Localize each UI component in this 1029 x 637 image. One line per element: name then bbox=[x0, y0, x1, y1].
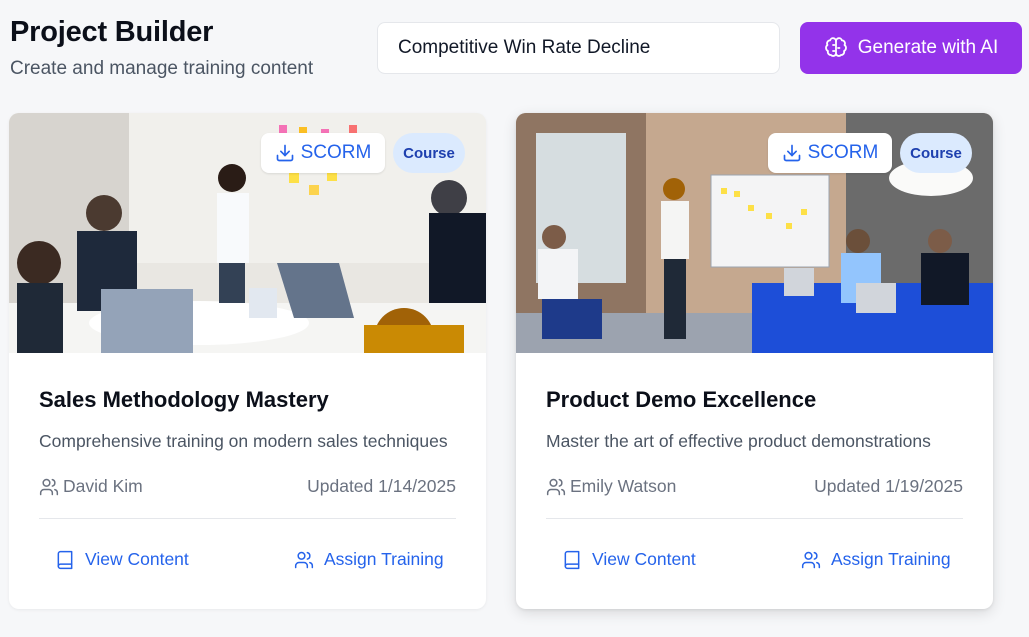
users-icon bbox=[546, 478, 566, 495]
course-type-badge: Course bbox=[900, 133, 972, 173]
users-icon bbox=[801, 551, 821, 568]
course-title: Product Demo Excellence bbox=[546, 387, 817, 412]
course-author: David Kim bbox=[39, 476, 143, 497]
updated-date: Updated 1/14/2025 bbox=[307, 476, 456, 496]
course-title: Sales Methodology Mastery bbox=[39, 387, 329, 412]
assign-training-label: Assign Training bbox=[831, 549, 951, 569]
scorm-download-button[interactable]: SCORM bbox=[768, 133, 892, 173]
book-icon bbox=[57, 550, 73, 569]
course-description: Master the art of effective product demo… bbox=[546, 431, 931, 451]
view-content-label: View Content bbox=[592, 549, 696, 569]
assign-training-button[interactable]: Assign Training bbox=[801, 549, 951, 570]
view-content-button[interactable]: View Content bbox=[562, 549, 696, 570]
brain-icon bbox=[824, 37, 847, 57]
book-icon bbox=[564, 550, 580, 569]
author-name: David Kim bbox=[63, 476, 143, 496]
card-divider bbox=[546, 518, 963, 519]
page-title: Project Builder bbox=[10, 16, 214, 48]
scorm-label: SCORM bbox=[807, 142, 879, 163]
page-subtitle: Create and manage training content bbox=[10, 58, 314, 79]
scorm-label: SCORM bbox=[300, 142, 372, 163]
generate-with-ai-button[interactable]: Generate with AI bbox=[800, 22, 1022, 74]
view-content-label: View Content bbox=[85, 549, 189, 569]
topic-input[interactable] bbox=[377, 22, 780, 74]
generate-label: Generate with AI bbox=[857, 37, 999, 58]
course-card[interactable]: SCORM Course Sales Methodology Mastery C… bbox=[9, 113, 486, 609]
course-type-badge: Course bbox=[393, 133, 465, 173]
download-icon bbox=[276, 144, 293, 162]
course-author: Emily Watson bbox=[546, 476, 676, 497]
course-card[interactable]: SCORM Course Product Demo Excellence Mas… bbox=[516, 113, 993, 609]
author-name: Emily Watson bbox=[570, 476, 677, 496]
assign-training-button[interactable]: Assign Training bbox=[294, 549, 444, 570]
users-icon bbox=[39, 478, 59, 495]
page-header: Project Builder Create and manage traini… bbox=[0, 0, 1029, 100]
view-content-button[interactable]: View Content bbox=[55, 549, 189, 570]
users-icon bbox=[294, 551, 314, 568]
updated-date: Updated 1/19/2025 bbox=[814, 476, 963, 496]
card-divider bbox=[39, 518, 456, 519]
download-icon bbox=[783, 144, 800, 162]
scorm-download-button[interactable]: SCORM bbox=[261, 133, 385, 173]
assign-training-label: Assign Training bbox=[324, 549, 444, 569]
course-description: Comprehensive training on modern sales t… bbox=[39, 431, 448, 451]
